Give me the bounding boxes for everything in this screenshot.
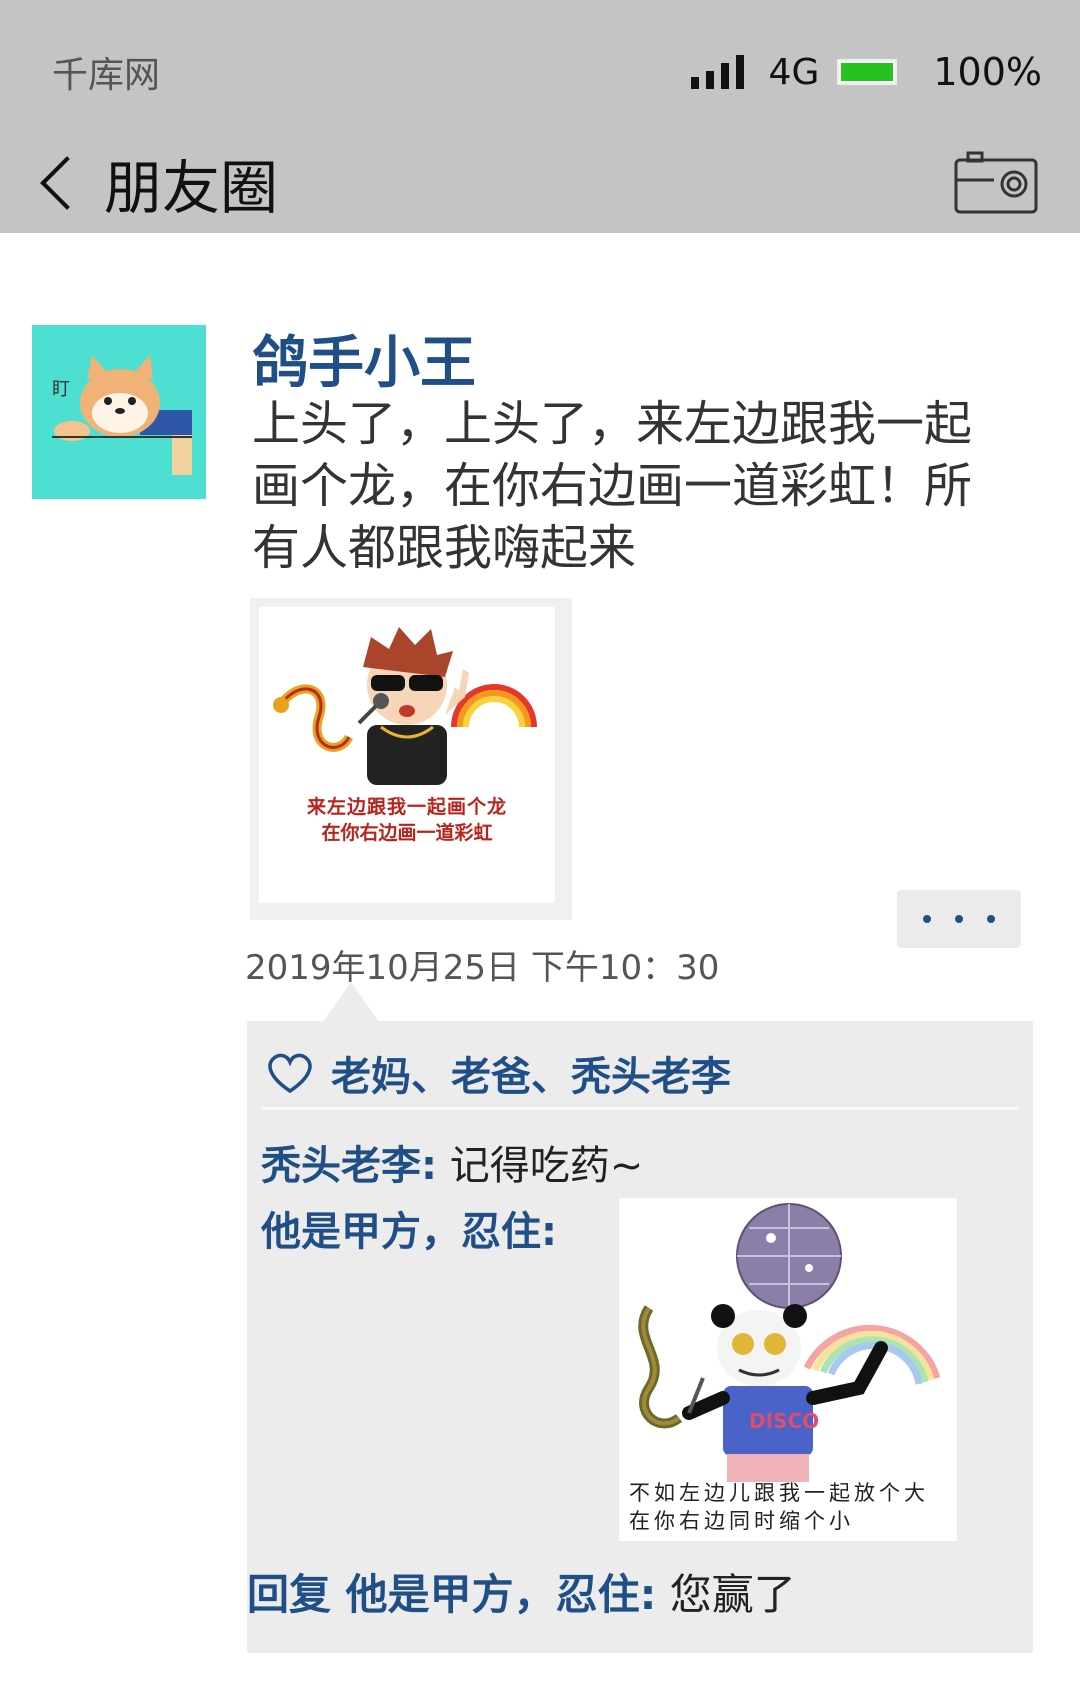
comment-author[interactable]: 他是甲方，忍住: (261, 1209, 557, 1255)
battery-level-fill (841, 63, 894, 81)
signal-bars-icon (690, 55, 751, 89)
singer-illustration: 来左边跟我一起画个龙 在你右边画一道彩虹 (273, 627, 537, 844)
comment-item[interactable]: 秃头老李: 记得吃药~ (261, 1133, 643, 1191)
comment-text: 记得吃药~ (437, 1143, 644, 1189)
panel-notch (323, 982, 379, 1022)
likes-row: 老妈、老爸、秃头老李 (265, 1045, 731, 1101)
reply-prefix: 回复 (247, 1570, 332, 1619)
more-dots-icon[interactable] (897, 890, 1021, 948)
status-indicators: 4G 100% (690, 50, 1042, 94)
avatar-text: 盯 (52, 379, 70, 400)
post-text: 上头了，上头了，来左边跟我一起画个龙，在你右边画一道彩虹！所有人都跟我嗨起来 (252, 396, 973, 576)
comment-image[interactable]: DISCO 不如左边儿跟我一起放个大 在你右边同时缩个小 (619, 1198, 957, 1541)
post-image-caption-line1: 来左边跟我一起画个龙 (307, 795, 507, 818)
divider (261, 1107, 1019, 1110)
comment-item[interactable]: 他是甲方，忍住: (261, 1199, 557, 1257)
interaction-panel: 老妈、老爸、秃头老李 秃头老李: 记得吃药~ 他是甲方，忍住: DISCO 不如… (247, 1021, 1033, 1653)
chevron-left-icon (40, 156, 94, 210)
reply-item[interactable]: 回复 他是甲方，忍住: 您赢了 (247, 1561, 796, 1622)
back-button[interactable]: 朋友圈 (34, 148, 278, 222)
comment-author[interactable]: 秃头老李: (261, 1143, 437, 1189)
likes-names[interactable]: 老妈、老爸、秃头老李 (331, 1044, 731, 1102)
reply-target[interactable]: 他是甲方，忍住: (331, 1570, 657, 1619)
post-image-content: 来左边跟我一起画个龙 在你右边画一道彩虹 (259, 607, 555, 903)
carrier-name: 千库网 (52, 55, 161, 96)
post-timestamp: 2019年10月25日 下午10：30 (245, 948, 720, 988)
avatar[interactable]: 盯 (32, 325, 206, 499)
panda-disco-illustration: DISCO 不如左边儿跟我一起放个大 在你右边同时缩个小 (629, 1203, 941, 1533)
post-image[interactable]: 来左边跟我一起画个龙 在你右边画一道彩虹 (250, 598, 572, 920)
disco-badge: DISCO (749, 1409, 819, 1433)
top-bar: 千库网 4G 100% 朋友圈 (0, 0, 1080, 233)
more-dot (923, 915, 931, 923)
comment-image-caption-line2: 在你右边同时缩个小 (629, 1509, 854, 1533)
battery-icon (837, 59, 898, 85)
camera-icon[interactable] (954, 150, 1038, 214)
post-username[interactable]: 鸽手小王 (252, 318, 476, 399)
comment-image-caption-line1: 不如左边儿跟我一起放个大 (629, 1481, 929, 1505)
post-image-caption-line2: 在你右边画一道彩虹 (321, 821, 492, 844)
network-type: 4G (768, 51, 820, 93)
more-dot (987, 915, 995, 923)
battery-percent: 100% (933, 50, 1042, 94)
more-dot (955, 915, 963, 923)
heart-icon (268, 1053, 312, 1094)
page-title: 朋友圈 (104, 154, 279, 222)
reply-text: 您赢了 (656, 1570, 796, 1619)
